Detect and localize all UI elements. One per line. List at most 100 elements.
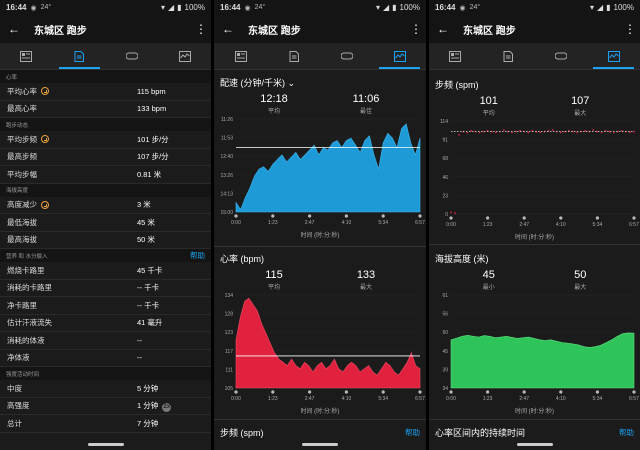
y-tick-label: 11:26 — [221, 117, 233, 123]
x-tick-dot — [486, 390, 490, 394]
back-arrow-icon[interactable]: ← — [437, 22, 455, 36]
battery-level: 100% — [399, 3, 420, 12]
help-link[interactable]: 帮助 — [619, 427, 634, 438]
chart-title: 海拔高度 (米) — [435, 254, 489, 264]
data-point — [527, 131, 530, 134]
y-tick-label: 117 — [225, 349, 233, 355]
x-tick-dot — [595, 216, 599, 220]
more-menu-icon[interactable]: ⋮ — [624, 22, 636, 36]
compare-icon[interactable] — [41, 135, 49, 144]
row-label: 估计汗液流失 — [7, 318, 52, 328]
stat-label: 最大 — [359, 285, 372, 291]
stat-best: 11:06 最佳 — [326, 93, 406, 115]
tab-charts[interactable] — [587, 43, 640, 69]
back-arrow-icon[interactable]: ← — [8, 22, 26, 36]
chevron-down-icon[interactable]: ⌄ — [288, 78, 296, 88]
x-tick-dot — [234, 214, 238, 218]
y-tick-label: 134 — [225, 293, 234, 299]
stat-label: 平均 — [482, 111, 495, 117]
app-bar: ← 东城区 跑步 ⋮ — [214, 15, 426, 43]
row-label: 平均步幅 — [7, 169, 37, 179]
x-tick-dot — [418, 390, 422, 394]
row-value: 7 分钟 — [137, 418, 159, 428]
y-tick-label: 111 — [225, 367, 233, 373]
y-tick-label: 13:26 — [220, 173, 233, 179]
tab-charts[interactable] — [373, 43, 426, 69]
more-menu-icon[interactable]: ⋮ — [410, 22, 422, 36]
hr-zones-title-row: 心率区间内的持续时间 帮助 — [429, 426, 640, 439]
status-time: 16:44 — [435, 3, 456, 12]
data-point — [503, 129, 505, 131]
y-tick-label: 56 — [442, 312, 448, 318]
tab-details[interactable] — [53, 43, 106, 69]
home-indicator[interactable] — [516, 443, 553, 446]
stat-label: 平均 — [267, 109, 280, 115]
y-tick-label: 11:53 — [221, 136, 233, 142]
x-tick-label: 0:00 — [446, 222, 456, 228]
status-time: 16:44 — [220, 3, 241, 12]
row-label: 燃烧卡路里 — [7, 265, 45, 275]
app-bar: ← 东城区 跑步 ⋮ — [429, 15, 640, 43]
list-item: 最高海拔 50 米 — [0, 232, 211, 249]
x-tick-label: 2:47 — [305, 220, 315, 226]
row-label: 高度减少 — [7, 200, 37, 210]
tab-overview[interactable] — [0, 43, 53, 69]
x-tick-dot — [381, 214, 385, 218]
x-tick-dot — [522, 216, 526, 220]
stat-value: 115 — [265, 269, 283, 281]
x-tick-dot — [595, 390, 599, 394]
help-link[interactable]: 帮助 — [190, 250, 205, 261]
data-point — [450, 211, 452, 214]
tab-overview[interactable] — [214, 43, 267, 69]
stat-min: 45 最小 — [449, 269, 529, 291]
chart-title: 心率区间内的持续时间 — [435, 428, 526, 438]
list-item: 估计汗液流失 41 毫升 — [0, 315, 211, 332]
y-tick-label: 105 — [225, 386, 234, 392]
pace-chart[interactable]: 11:26 11:53 12:40 13:26 14:13 15:00 0:00 1:23 2:… — [214, 115, 426, 228]
weather-temp: 24° — [254, 4, 266, 11]
multiplier-badge: 2x — [162, 402, 172, 412]
tab-details[interactable] — [482, 43, 535, 69]
home-indicator[interactable] — [302, 443, 338, 446]
y-tick-label: 23 — [442, 193, 448, 199]
tab-laps[interactable] — [106, 43, 159, 69]
document-icon — [289, 50, 299, 62]
row-label: 净体液 — [7, 353, 30, 363]
pace-chart-title[interactable]: 配速 (分钟/千米) ⌄ — [214, 76, 426, 89]
help-link[interactable]: 帮助 — [405, 427, 420, 438]
compare-icon[interactable] — [41, 200, 49, 209]
signal-icon: ◢ — [596, 3, 604, 12]
tab-laps[interactable] — [320, 43, 373, 69]
page-title: 东城区 跑步 — [463, 25, 516, 37]
page-title: 东城区 跑步 — [248, 25, 301, 37]
tab-details[interactable] — [267, 43, 320, 69]
compare-icon[interactable] — [41, 87, 49, 96]
x-tick-dot — [449, 390, 453, 394]
heart-rate-chart[interactable]: 134 128 123 117 111 105 0:00 1:23 2:47 4:10 5:34 6:… — [214, 291, 426, 404]
charts-screen-1: 16:44 ◉ 24° ▾ ◢ ▮ 100% ← 东城区 跑步 ⋮ 配速 (分钟… — [214, 0, 426, 450]
y-tick-label: 46 — [442, 175, 448, 181]
stat-max: 133 最大 — [326, 269, 406, 291]
tab-laps[interactable] — [535, 43, 588, 69]
chart-icon — [393, 50, 406, 62]
more-menu-icon[interactable]: ⋮ — [195, 22, 207, 36]
tab-charts[interactable] — [158, 43, 211, 69]
divider — [429, 419, 640, 420]
list-item: 平均步幅 0.81 米 — [0, 166, 211, 184]
laps-icon — [340, 52, 353, 59]
back-arrow-icon[interactable]: ← — [222, 22, 240, 36]
row-label: 最高海拔 — [7, 235, 37, 245]
x-tick-label: 0:00 — [231, 396, 241, 402]
list-item: 总计 7 分钟 — [0, 415, 211, 433]
stat-label: 最小 — [482, 285, 495, 291]
home-indicator[interactable] — [87, 443, 124, 446]
row-value: 101 步/分 — [137, 134, 169, 144]
tab-overview[interactable] — [429, 43, 482, 69]
list-item: 消耗的体液 -- — [0, 332, 211, 350]
pace-svg: 11:26 11:53 12:40 13:26 14:13 15:00 0:00 1:23 2:… — [220, 117, 425, 226]
row-value: 45 千卡 — [137, 265, 163, 275]
x-tick-dot — [344, 390, 348, 394]
cadence-chart[interactable]: 114 91 68 46 23 0 0:00 1:23 2:47 4:10 5:34 6:57 — [429, 117, 640, 230]
elevation-chart[interactable]: 61 56 50 45 39 34 0:00 1:23 2:47 4:10 5:34 6:57 — [429, 291, 640, 404]
row-value: -- — [137, 335, 142, 345]
